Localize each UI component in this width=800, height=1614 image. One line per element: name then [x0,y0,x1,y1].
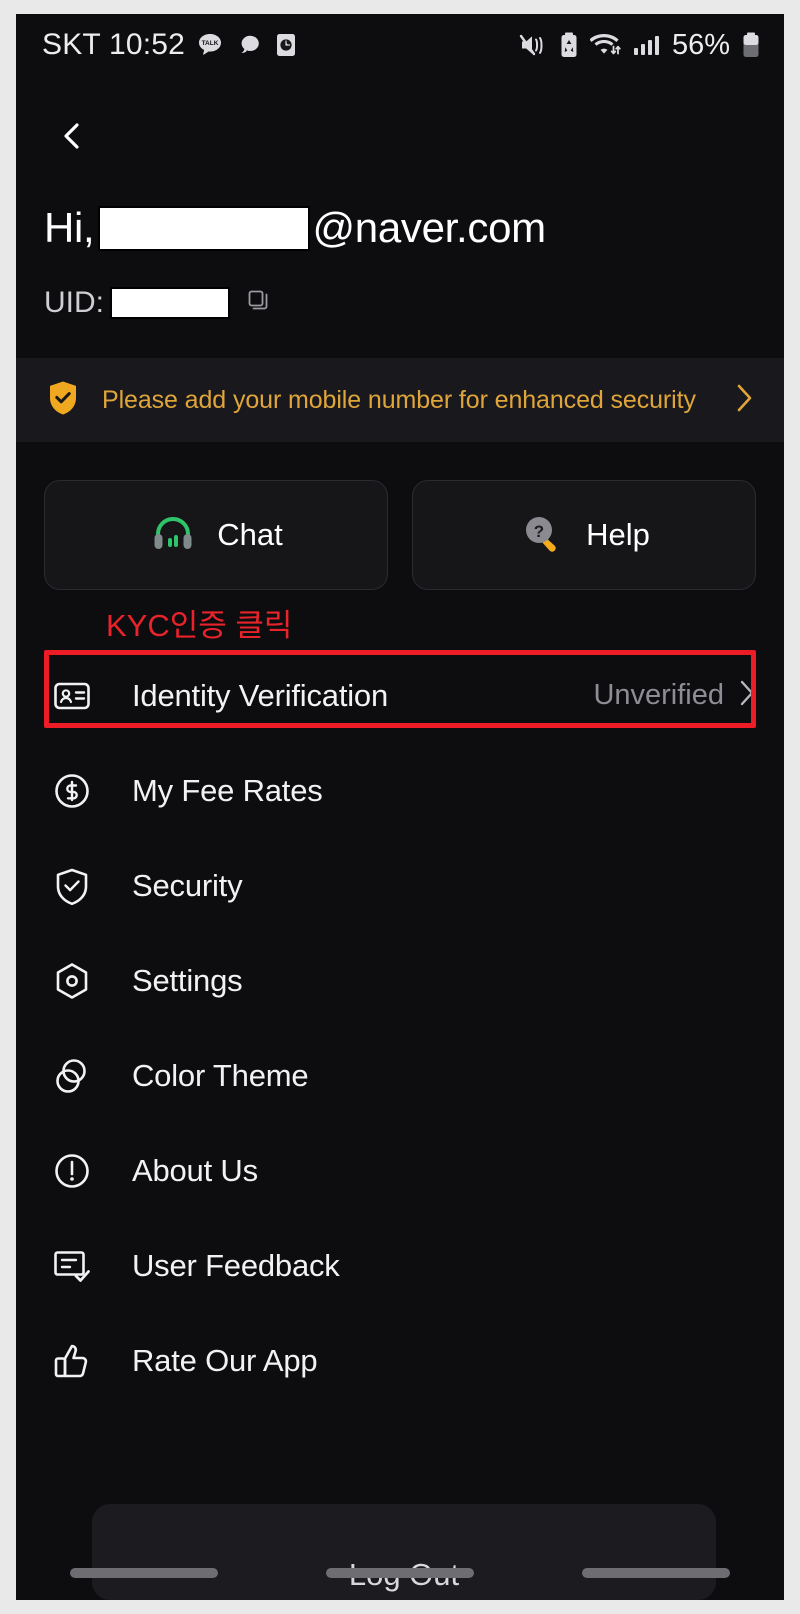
hexagon-gear-icon [52,961,106,1001]
signal-bars-icon [632,31,660,59]
greeting-row: Hi, @naver.com [44,204,546,252]
copy-icon [246,286,270,320]
battery-icon [740,30,762,60]
kakaotalk-icon: TALK [196,31,224,59]
chevron-right-icon [732,381,756,420]
uid-row: UID: [44,286,270,320]
menu-label: Identity Verification [132,677,389,713]
dollar-circle-icon [52,771,106,811]
menu-label: Settings [132,962,243,998]
menu-item-settings[interactable]: Settings [16,933,784,1028]
document-check-icon [52,1246,106,1286]
menu-label: User Feedback [132,1247,340,1283]
clock-app-icon [274,31,298,59]
chat-button[interactable]: Chat [44,480,388,590]
menu-item-about-us[interactable]: About Us [16,1123,784,1218]
menu-item-security[interactable]: Security [16,838,784,933]
battery-saver-icon [558,30,580,60]
security-banner[interactable]: Please add your mobile number for enhanc… [16,358,784,442]
shield-check-outline-icon [52,866,106,906]
menu-label: Color Theme [132,1057,309,1093]
message-bubble-icon [235,31,263,59]
status-bar-right: 56% [518,29,762,62]
menu-item-rate-our-app[interactable]: Rate Our App [16,1313,784,1408]
menu-item-identity-verification[interactable]: Identity Verification Unverified [16,648,784,743]
greeting-prefix: Hi, [44,204,95,251]
identity-status-badge: Unverified [593,679,724,711]
security-banner-text: Please add your mobile number for enhanc… [102,385,696,414]
menu-label: About Us [132,1152,258,1188]
redacted-username-box [98,205,311,251]
battery-percent-label: 56% [671,28,730,61]
carrier-and-time: SKT 10:52 [42,28,186,61]
chevron-right-icon [736,678,756,713]
shield-check-icon [46,379,80,422]
wifi-icon [589,30,622,60]
menu-item-color-theme[interactable]: Color Theme [16,1028,784,1123]
phone-screen: SKT 10:52 TALK 56% Hi, @naver.com UID: P… [16,14,784,1600]
copy-uid-button[interactable] [246,286,270,320]
kyc-annotation-text: KYC인증 클릭 [106,608,293,643]
chat-label: Chat [217,517,283,552]
menu-label: My Fee Rates [132,772,323,808]
settings-menu: Identity Verification Unverified My Fee … [16,648,784,1408]
app-bar [16,112,784,168]
overlapping-circles-icon [52,1056,106,1096]
menu-label: Security [132,867,243,903]
menu-item-user-feedback[interactable]: User Feedback [16,1218,784,1313]
chevron-left-icon [55,119,89,158]
nav-back-button[interactable] [582,1568,730,1578]
magnifier-question-icon: ? [518,509,566,562]
email-domain: @naver.com [312,204,546,251]
svg-text:?: ? [534,522,544,541]
thumbs-up-icon [52,1341,106,1381]
nav-recents-button[interactable] [70,1568,218,1578]
id-card-icon [52,676,106,716]
quick-actions: Chat ? Help [16,480,784,590]
status-bar-left: SKT 10:52 TALK [42,28,518,62]
redacted-uid-box [110,287,230,319]
status-bar: SKT 10:52 TALK 56% [16,14,784,76]
vibrate-mute-icon [518,30,548,60]
android-navigation-bar [16,1546,784,1600]
back-button[interactable] [46,112,98,164]
menu-item-my-fee-rates[interactable]: My Fee Rates [16,743,784,838]
nav-home-button[interactable] [326,1568,474,1578]
svg-text:TALK: TALK [202,40,219,47]
headset-icon [149,509,197,562]
uid-label: UID: [44,286,104,319]
help-button[interactable]: ? Help [412,480,756,590]
help-label: Help [586,517,650,552]
exclamation-circle-icon [52,1151,106,1191]
menu-label: Rate Our App [132,1342,318,1378]
